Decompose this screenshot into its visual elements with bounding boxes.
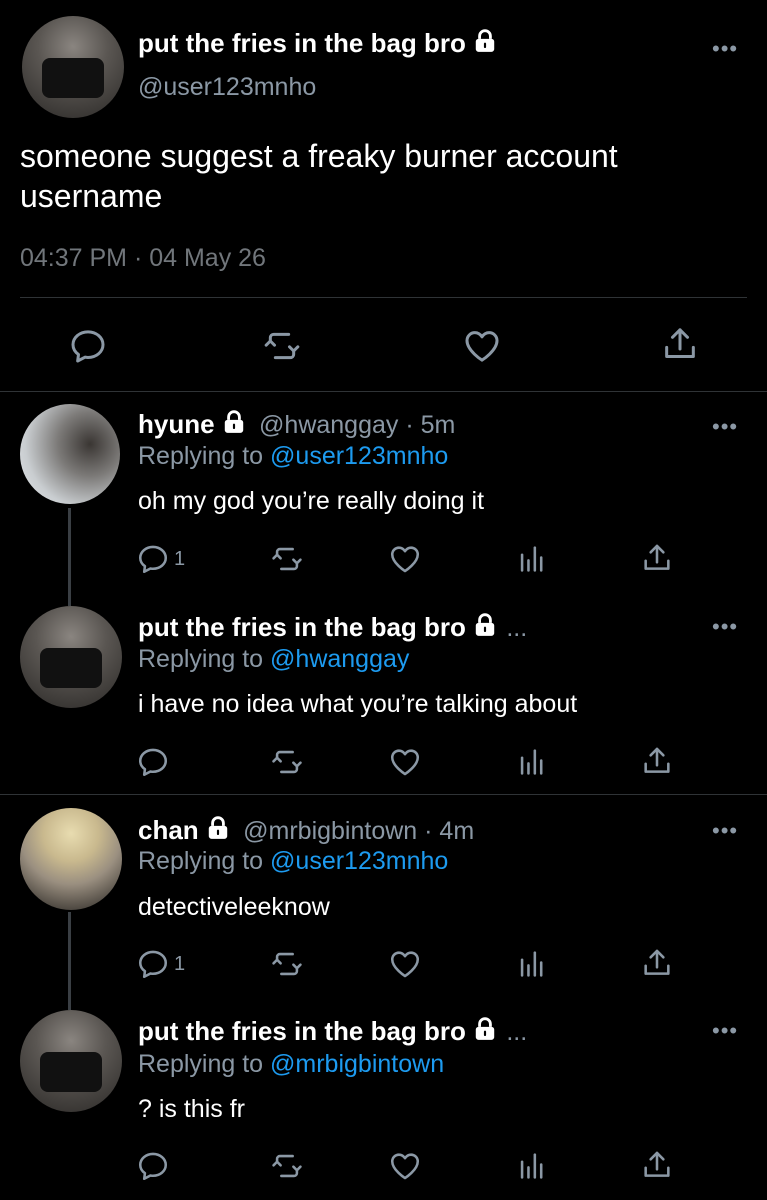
author-name: put the fries in the bag bro <box>138 1016 466 1046</box>
author-row[interactable]: hyune @hwanggay · 5m <box>138 409 455 440</box>
share-icon[interactable] <box>640 946 674 980</box>
avatar[interactable] <box>22 16 124 118</box>
tweet-text-line: username <box>20 178 163 214</box>
more-icon[interactable]: ••• <box>712 818 738 844</box>
more-icon[interactable]: ••• <box>712 1018 738 1044</box>
avatar[interactable] <box>20 1010 122 1112</box>
lock-icon <box>472 28 498 54</box>
author-handle-time: ... <box>506 614 528 642</box>
author-handle-time: @hwanggay · 5m <box>259 411 456 439</box>
reply-icon[interactable] <box>68 326 108 366</box>
lock-icon <box>472 612 498 638</box>
retweet-icon[interactable] <box>262 326 302 366</box>
author-name: put the fries in the bag bro <box>138 612 466 642</box>
avatar[interactable] <box>20 606 122 708</box>
divider <box>0 391 767 392</box>
thread-line <box>68 912 71 1010</box>
mention-link[interactable]: @mrbigbintown <box>270 1050 444 1078</box>
retweet-icon[interactable] <box>270 947 304 981</box>
replying-to: Replying to @user123mnho <box>138 847 448 876</box>
replying-label: Replying to <box>138 645 264 673</box>
analytics-icon[interactable] <box>515 1149 549 1183</box>
avatar[interactable] <box>20 404 120 504</box>
reply-icon[interactable] <box>136 745 170 779</box>
avatar[interactable] <box>20 808 122 910</box>
more-icon[interactable]: ••• <box>712 36 738 62</box>
share-icon[interactable] <box>660 324 700 364</box>
analytics-icon[interactable] <box>515 947 549 981</box>
mask-shape <box>40 1052 102 1092</box>
reply-icon[interactable] <box>136 947 170 981</box>
author-name: chan <box>138 815 199 845</box>
share-icon[interactable] <box>640 1148 674 1182</box>
mention-link[interactable]: @user123mnho <box>270 442 448 470</box>
author-handle[interactable]: @user123mnho <box>138 73 316 102</box>
more-icon[interactable]: ••• <box>712 414 738 440</box>
tweet-text: someone suggest a freaky burner account … <box>20 136 618 216</box>
tweet-timestamp[interactable]: 04:37 PM · 04 May 26 <box>20 244 266 273</box>
author-handle-time: ... <box>506 1018 528 1046</box>
retweet-icon[interactable] <box>270 542 304 576</box>
like-icon[interactable] <box>462 326 502 366</box>
reply-text: oh my god you’re really doing it <box>138 487 485 515</box>
reply-text: i have no idea what you’re talking about <box>138 690 578 718</box>
analytics-icon[interactable] <box>515 542 549 576</box>
like-icon[interactable] <box>388 745 422 779</box>
author-handle-time: @mrbigbintown · 4m <box>243 817 475 845</box>
reply-count: 1 <box>174 548 186 570</box>
author-row[interactable]: put the fries in the bag bro ... <box>138 612 527 643</box>
divider <box>0 794 767 795</box>
author-row[interactable]: put the fries in the bag bro ... <box>138 1016 527 1047</box>
mention-link[interactable]: @hwanggay <box>270 645 409 673</box>
share-icon[interactable] <box>640 744 674 778</box>
mention-link[interactable]: @user123mnho <box>270 847 448 875</box>
reply-text: ? is this fr <box>138 1095 245 1123</box>
thread-line <box>68 508 71 606</box>
replying-to: Replying to @hwanggay <box>138 645 409 674</box>
author-name: put the fries in the bag bro <box>138 28 466 58</box>
analytics-icon[interactable] <box>515 745 549 779</box>
lock-icon <box>221 409 247 435</box>
replying-label: Replying to <box>138 442 264 470</box>
author-name-row[interactable]: put the fries in the bag bro <box>138 28 498 59</box>
replying-to: Replying to @user123mnho <box>138 442 448 471</box>
reply-count: 1 <box>174 953 186 975</box>
like-icon[interactable] <box>388 542 422 576</box>
like-icon[interactable] <box>388 1149 422 1183</box>
like-icon[interactable] <box>388 947 422 981</box>
author-row[interactable]: chan @mrbigbintown · 4m <box>138 815 474 846</box>
retweet-icon[interactable] <box>270 1149 304 1183</box>
divider <box>20 297 747 298</box>
tweet-text-line: someone suggest a freaky burner account <box>20 138 618 174</box>
replying-label: Replying to <box>138 1050 264 1078</box>
reply-icon[interactable] <box>136 542 170 576</box>
lock-icon <box>205 815 231 841</box>
author-name: hyune <box>138 409 215 439</box>
mask-shape <box>40 648 102 688</box>
reply-icon[interactable] <box>136 1149 170 1183</box>
replying-label: Replying to <box>138 847 264 875</box>
reply-text: detectiveleeknow <box>138 893 330 921</box>
lock-icon <box>472 1016 498 1042</box>
replying-to: Replying to @mrbigbintown <box>138 1050 444 1079</box>
share-icon[interactable] <box>640 541 674 575</box>
mask-shape <box>42 58 104 98</box>
more-icon[interactable]: ••• <box>712 614 738 640</box>
retweet-icon[interactable] <box>270 745 304 779</box>
